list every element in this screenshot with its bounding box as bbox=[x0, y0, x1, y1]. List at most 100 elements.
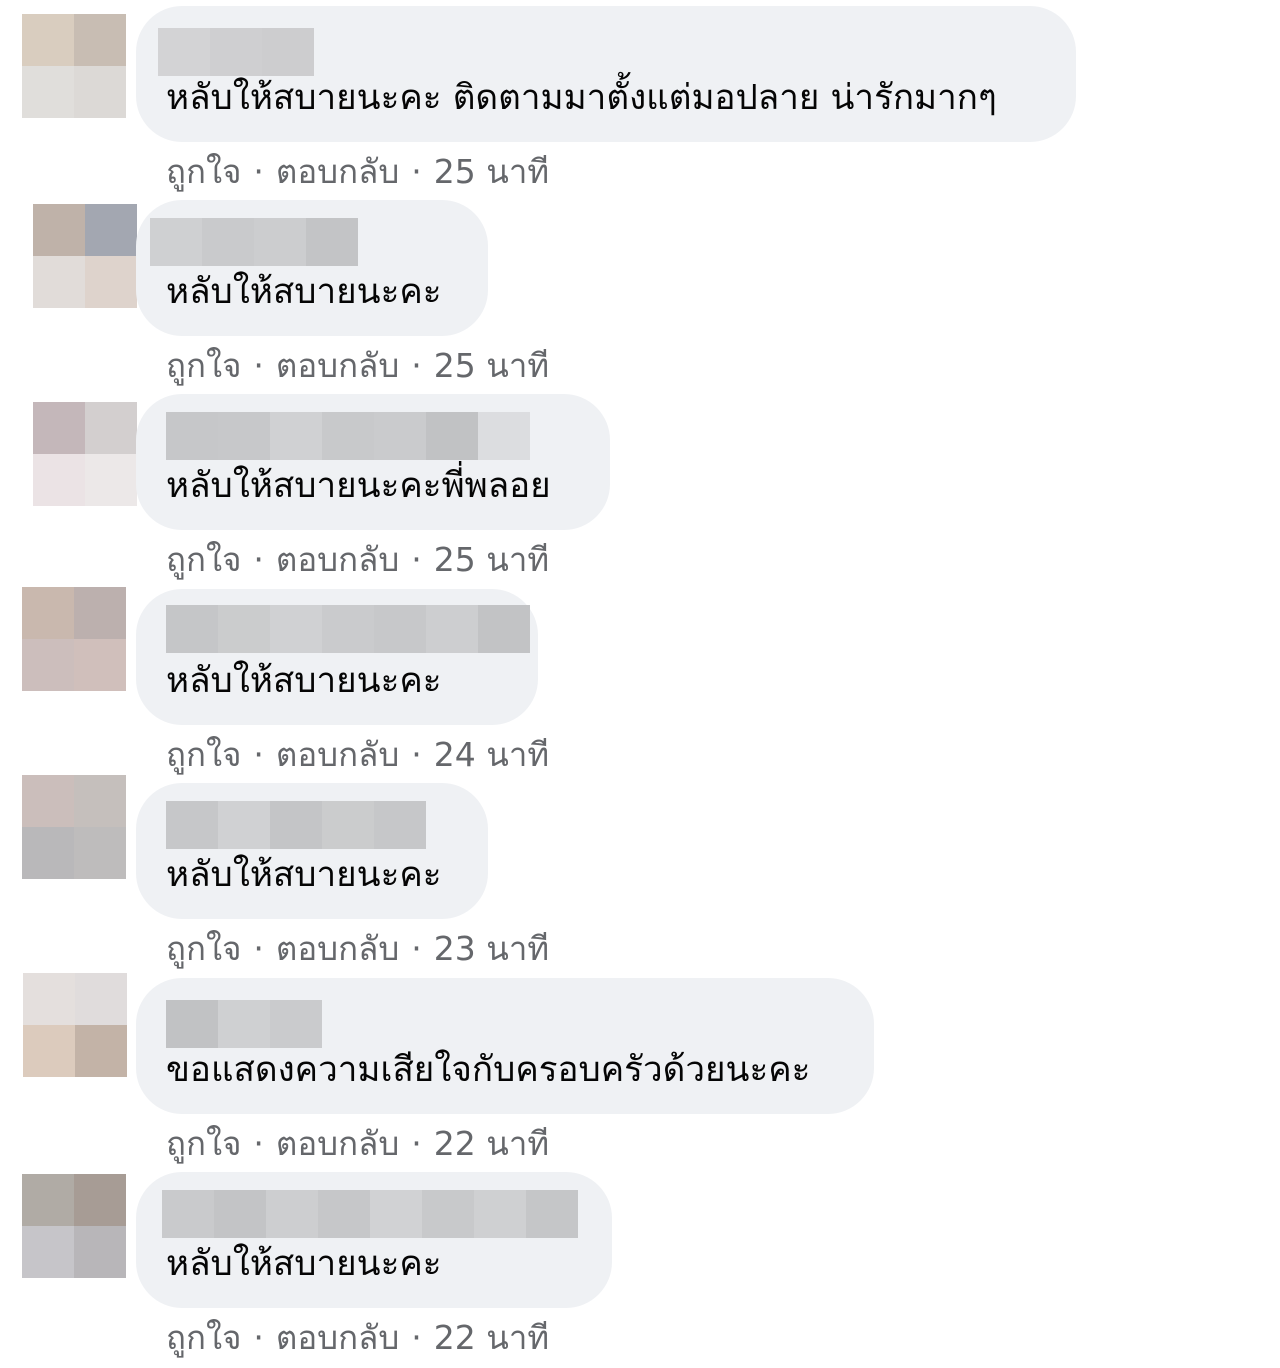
avatar[interactable] bbox=[22, 14, 126, 118]
comment-timestamp[interactable]: 25 นาที bbox=[434, 530, 549, 590]
avatar[interactable] bbox=[22, 775, 126, 879]
reply-link[interactable]: ตอบกลับ bbox=[276, 919, 399, 979]
reply-link[interactable]: ตอบกลับ bbox=[276, 1114, 399, 1174]
reply-link[interactable]: ตอบกลับ bbox=[276, 336, 399, 396]
comment-timestamp[interactable]: 22 นาที bbox=[434, 1114, 549, 1174]
name-blur-pixel bbox=[474, 1190, 526, 1238]
name-blur-pixel bbox=[478, 412, 530, 460]
avatar[interactable] bbox=[23, 973, 127, 1077]
avatar[interactable] bbox=[33, 402, 137, 506]
reply-link[interactable]: ตอบกลับ bbox=[276, 142, 399, 202]
like-link[interactable]: ถูกใจ bbox=[166, 919, 241, 979]
comment-timestamp[interactable]: 22 นาที bbox=[434, 1308, 549, 1368]
avatar-pixel bbox=[85, 256, 137, 308]
reply-link[interactable]: ตอบกลับ bbox=[276, 1308, 399, 1368]
separator-dot: · bbox=[411, 1318, 422, 1357]
like-link[interactable]: ถูกใจ bbox=[166, 336, 241, 396]
comment-text: หลับให้สบายนะคะ bbox=[166, 1244, 442, 1284]
comment-timestamp[interactable]: 24 นาที bbox=[434, 725, 549, 785]
like-link[interactable]: ถูกใจ bbox=[166, 530, 241, 590]
name-blur-pixel bbox=[162, 1190, 214, 1238]
blurred-author-name[interactable] bbox=[158, 28, 314, 76]
comment-text: หลับให้สบายนะคะ bbox=[166, 855, 442, 895]
avatar-pixel bbox=[22, 775, 74, 827]
comment-text: หลับให้สบายนะคะพี่พลอย bbox=[166, 466, 551, 506]
comment-text: หลับให้สบายนะคะ ติดตามมาตั้งแต่มอปลาย น่… bbox=[166, 78, 997, 118]
like-link[interactable]: ถูกใจ bbox=[166, 1308, 241, 1368]
like-link[interactable]: ถูกใจ bbox=[166, 142, 241, 202]
name-blur-pixel bbox=[202, 218, 254, 266]
comment-actions: ถูกใจ · ตอบกลับ · 22 นาที bbox=[166, 1308, 549, 1368]
avatar-pixel bbox=[22, 639, 74, 691]
name-blur-pixel bbox=[266, 1190, 318, 1238]
comment-actions: ถูกใจ · ตอบกลับ · 24 นาที bbox=[166, 725, 549, 785]
avatar-pixel bbox=[74, 1174, 126, 1226]
separator-dot: · bbox=[253, 540, 264, 579]
avatar-pixel bbox=[33, 402, 85, 454]
avatar[interactable] bbox=[33, 204, 137, 308]
name-blur-pixel bbox=[318, 1190, 370, 1238]
separator-dot: · bbox=[411, 152, 422, 191]
name-blur-pixel bbox=[322, 801, 374, 849]
blurred-author-name[interactable] bbox=[166, 412, 530, 460]
name-blur-pixel bbox=[218, 1000, 270, 1048]
name-blur-pixel bbox=[426, 412, 478, 460]
comment-timestamp[interactable]: 25 นาที bbox=[434, 142, 549, 202]
blurred-author-name[interactable] bbox=[162, 1190, 578, 1238]
avatar-pixel bbox=[74, 827, 126, 879]
name-blur-pixel bbox=[478, 605, 530, 653]
like-link[interactable]: ถูกใจ bbox=[166, 725, 241, 785]
blurred-author-name[interactable] bbox=[166, 605, 530, 653]
reply-link[interactable]: ตอบกลับ bbox=[276, 530, 399, 590]
name-blur-pixel bbox=[262, 28, 314, 76]
avatar-pixel bbox=[33, 256, 85, 308]
name-blur-pixel bbox=[166, 801, 218, 849]
name-blur-pixel bbox=[270, 1000, 322, 1048]
name-blur-pixel bbox=[254, 218, 306, 266]
separator-dot: · bbox=[253, 735, 264, 774]
avatar-pixel bbox=[75, 1025, 127, 1077]
name-blur-pixel bbox=[422, 1190, 474, 1238]
avatar[interactable] bbox=[22, 1174, 126, 1278]
comment-text: ขอแสดงความเสียใจกับครอบครัวด้วยนะคะ bbox=[166, 1050, 811, 1090]
name-blur-pixel bbox=[374, 412, 426, 460]
reply-link[interactable]: ตอบกลับ bbox=[276, 725, 399, 785]
separator-dot: · bbox=[411, 929, 422, 968]
name-blur-pixel bbox=[218, 801, 270, 849]
name-blur-pixel bbox=[306, 218, 358, 266]
avatar-pixel bbox=[75, 973, 127, 1025]
avatar-pixel bbox=[22, 1226, 74, 1278]
name-blur-pixel bbox=[370, 1190, 422, 1238]
name-blur-pixel bbox=[270, 801, 322, 849]
name-blur-pixel bbox=[150, 218, 202, 266]
name-blur-pixel bbox=[374, 605, 426, 653]
avatar-pixel bbox=[22, 827, 74, 879]
avatar-pixel bbox=[74, 66, 126, 118]
avatar-pixel bbox=[33, 454, 85, 506]
separator-dot: · bbox=[411, 735, 422, 774]
avatar-pixel bbox=[74, 14, 126, 66]
blurred-author-name[interactable] bbox=[150, 218, 358, 266]
like-link[interactable]: ถูกใจ bbox=[166, 1114, 241, 1174]
name-blur-pixel bbox=[158, 28, 210, 76]
comment-text: หลับให้สบายนะคะ bbox=[166, 272, 442, 312]
comment-actions: ถูกใจ · ตอบกลับ · 22 นาที bbox=[166, 1114, 549, 1174]
avatar-pixel bbox=[74, 587, 126, 639]
avatar-pixel bbox=[23, 1025, 75, 1077]
comment-timestamp[interactable]: 25 นาที bbox=[434, 336, 549, 396]
comment-actions: ถูกใจ · ตอบกลับ · 25 นาที bbox=[166, 530, 549, 590]
comment-text: หลับให้สบายนะคะ bbox=[166, 661, 442, 701]
separator-dot: · bbox=[253, 1124, 264, 1163]
name-blur-pixel bbox=[218, 412, 270, 460]
avatar[interactable] bbox=[22, 587, 126, 691]
blurred-author-name[interactable] bbox=[166, 801, 426, 849]
comment-actions: ถูกใจ · ตอบกลับ · 25 นาที bbox=[166, 336, 549, 396]
comment-actions: ถูกใจ · ตอบกลับ · 25 นาที bbox=[166, 142, 549, 202]
separator-dot: · bbox=[253, 152, 264, 191]
blurred-author-name[interactable] bbox=[166, 1000, 322, 1048]
comment-bubble: ขอแสดงความเสียใจกับครอบครัวด้วยนะคะ bbox=[136, 978, 874, 1114]
comment-timestamp[interactable]: 23 นาที bbox=[434, 919, 549, 979]
separator-dot: · bbox=[253, 346, 264, 385]
comment-actions: ถูกใจ · ตอบกลับ · 23 นาที bbox=[166, 919, 549, 979]
avatar-pixel bbox=[85, 402, 137, 454]
